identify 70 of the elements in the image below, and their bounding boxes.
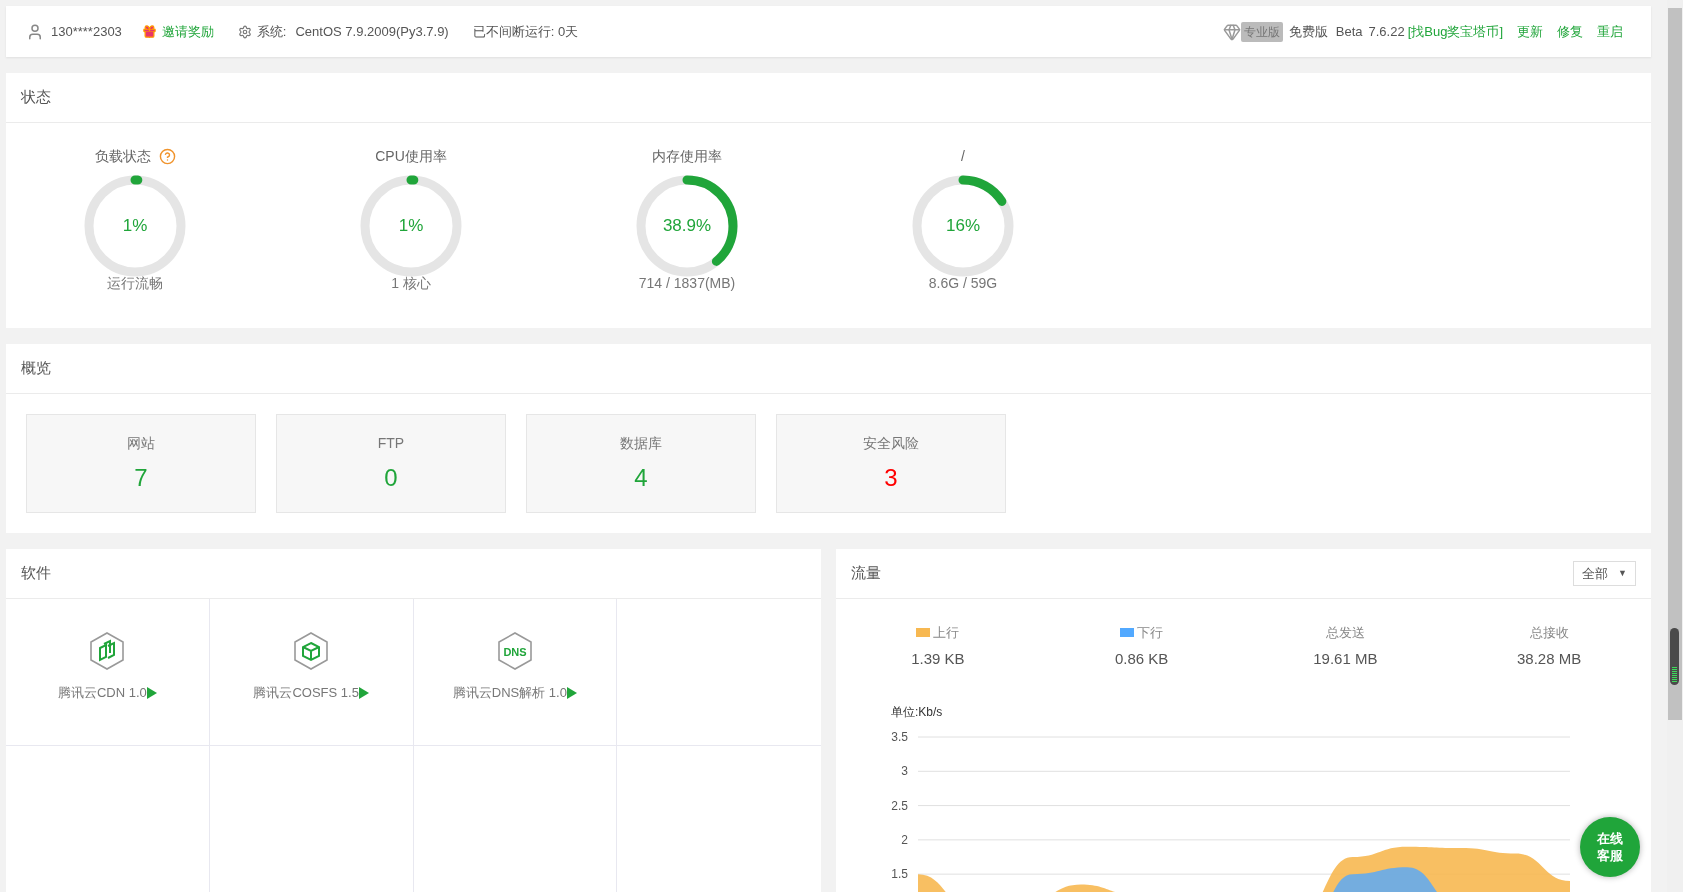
overview-label: 数据库 (620, 434, 662, 453)
overview-count: 3 (884, 463, 898, 493)
overview-label: 安全风险 (863, 434, 919, 453)
gift-icon (141, 24, 157, 39)
overview-count: 0 (384, 463, 398, 493)
overview-card[interactable]: FTP 0 (276, 414, 506, 513)
software-name[interactable]: 腾讯云COSFS 1.5 (253, 683, 359, 703)
play-icon[interactable] (146, 686, 157, 699)
edition-label: 免费版 (1288, 22, 1328, 41)
overview-count: 7 (134, 463, 148, 493)
diamond-icon (1222, 22, 1241, 41)
card-title: 软件 (21, 563, 51, 584)
uptime-text: 已不间断运行: 0天 (472, 22, 579, 41)
gauge-caption: 714 / 1837(MB) (638, 273, 736, 293)
stat-value: 19.61 MB (1313, 648, 1378, 669)
user-account: 130****2303 (51, 22, 122, 41)
settings-icon (237, 24, 252, 39)
gauge-caption: 1 核心 (391, 273, 431, 293)
card-title: 状态 (21, 87, 51, 108)
overview-count: 4 (634, 463, 648, 493)
action-link[interactable]: 修复 (1557, 21, 1583, 42)
y-tick-label: 3.5 (891, 730, 909, 744)
card-title: 概览 (21, 358, 51, 379)
gauge-value: 38.9% (662, 215, 712, 237)
range-select[interactable]: 全部 ▼ (1573, 561, 1636, 586)
y-tick-label: 2 (901, 832, 909, 847)
dropdown-arrow-icon: ▼ (1618, 566, 1627, 581)
user-icon (26, 22, 44, 41)
action-link[interactable]: 重启 (1597, 21, 1623, 42)
play-icon[interactable] (566, 686, 577, 699)
version-number: 7.6.22 (1368, 22, 1405, 41)
overview-card[interactable]: 安全风险 3 (776, 414, 1006, 513)
system-version: CentOS 7.9.2009(Py3.7.9) (295, 22, 449, 41)
invite-link[interactable]: 邀请奖励 (161, 21, 214, 42)
y-tick-label: 3 (901, 764, 909, 779)
card-title: 流量 (851, 563, 881, 584)
legend-label: 上行 (933, 624, 960, 642)
legend-label: 下行 (1137, 624, 1164, 642)
overview-label: 网站 (127, 434, 155, 453)
y-tick-label: 2.5 (891, 798, 909, 813)
stat-value: 1.39 KB (911, 648, 965, 669)
stat-label: 总接收 (1529, 624, 1569, 642)
software-name[interactable]: 腾讯云CDN 1.0 (57, 683, 147, 703)
gauge-value: 1% (398, 215, 424, 237)
gauge-value: 1% (122, 215, 148, 237)
play-icon[interactable] (358, 686, 369, 699)
pro-badge[interactable]: 专业版 (1240, 21, 1283, 42)
help-icon[interactable] (158, 147, 176, 165)
stat-value: 38.28 MB (1517, 648, 1582, 669)
gauge-label: CPU使用率 (375, 146, 447, 166)
gauge-value: 16% (946, 215, 980, 237)
bug-reward-link[interactable]: [找Bug奖宝塔币] (1407, 21, 1503, 42)
gauge-caption: 运行流畅 (107, 273, 163, 293)
stat-value: 0.86 KB (1114, 648, 1169, 669)
axis-unit-label: 单位:Kb/s (891, 704, 943, 721)
scroll-handle[interactable] (1670, 628, 1679, 685)
gauge-label: 内存使用率 (652, 146, 722, 166)
overview-card[interactable]: 数据库 4 (526, 414, 756, 513)
overview-label: FTP (377, 434, 405, 453)
software-name[interactable]: 腾讯云DNS解析 1.0 (452, 683, 567, 703)
gauge-caption: 8.6G / 59G (928, 273, 998, 293)
gauge-label: 负载状态 (94, 146, 151, 166)
scrollbar-thumb[interactable] (1668, 8, 1682, 720)
action-link[interactable]: 更新 (1517, 21, 1543, 42)
system-label: 系统: (256, 22, 287, 41)
y-tick-label: 1.5 (891, 867, 909, 882)
gauge-label: / (961, 146, 965, 166)
channel-label: Beta (1335, 22, 1363, 41)
stat-label: 总发送 (1325, 624, 1365, 642)
overview-card[interactable]: 网站 7 (26, 414, 256, 513)
